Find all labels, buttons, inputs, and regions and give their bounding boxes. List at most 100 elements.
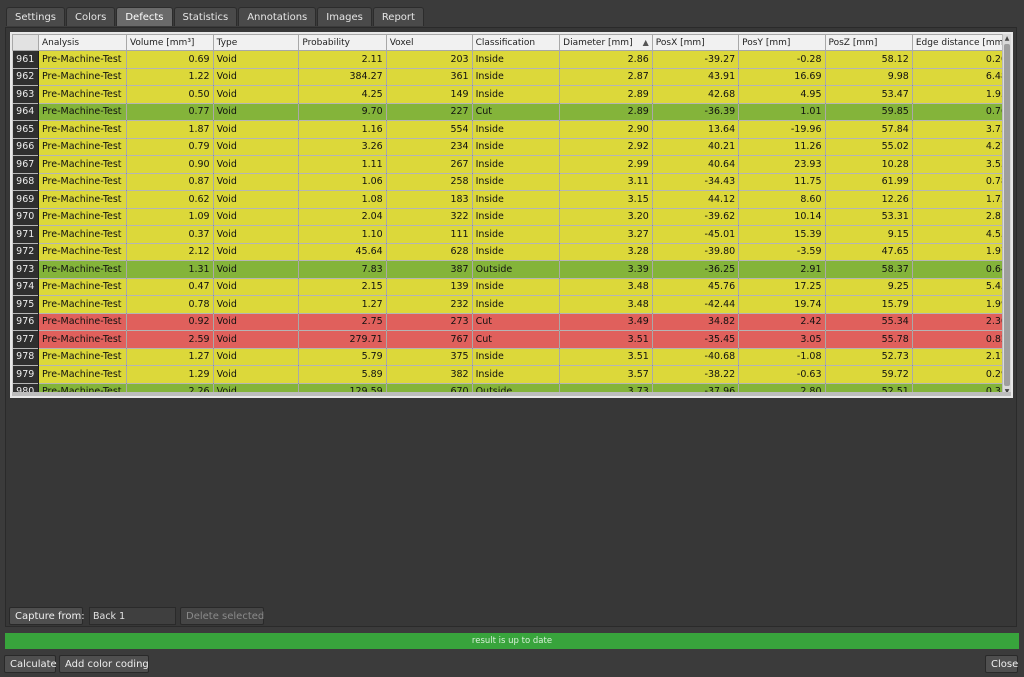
table-cell[interactable]: 2.89 [559, 85, 653, 104]
table-cell[interactable]: 628 [386, 243, 473, 261]
table-cell[interactable]: 111 [386, 225, 473, 244]
table-cell[interactable]: 139 [386, 278, 473, 296]
table-cell[interactable]: 52.73 [825, 348, 913, 366]
table-cell[interactable]: 11.26 [738, 138, 826, 156]
table-cell[interactable]: Void [213, 190, 300, 209]
capture-from-button[interactable]: Capture from: [9, 607, 85, 625]
row-number[interactable]: 979 [12, 365, 39, 384]
table-row[interactable]: 965 Pre-Machine-Test 1.87 Void 1.16 554 Inside… [12, 120, 1011, 139]
table-cell[interactable]: 1.31 [126, 260, 214, 279]
table-cell[interactable]: 4.55 [912, 225, 1011, 244]
table-cell[interactable]: 1.22 [126, 68, 214, 86]
table-cell[interactable]: 3.26 [298, 138, 387, 156]
column-header-voxel[interactable]: Voxel [385, 34, 473, 51]
calculate-button[interactable]: Calculate [4, 655, 57, 673]
table-cell[interactable]: 10.28 [825, 155, 913, 174]
table-cell[interactable]: 2.87 [559, 68, 653, 86]
table-cell[interactable]: 59.85 [825, 103, 913, 121]
table-cell[interactable]: -3.59 [738, 243, 826, 261]
table-cell[interactable]: 0.78 [126, 295, 214, 314]
table-cell[interactable]: 3.11 [559, 173, 653, 191]
table-cell[interactable]: Void [213, 155, 300, 174]
table-cell[interactable]: 0.77 [126, 103, 214, 121]
table-cell[interactable]: Pre-Machine-Test [38, 173, 127, 191]
table-cell[interactable]: Pre-Machine-Test [38, 330, 127, 349]
table-cell[interactable]: 2.90 [559, 120, 653, 139]
table-cell[interactable]: 375 [386, 348, 473, 366]
table-cell[interactable]: 3.51 [559, 330, 653, 349]
row-number[interactable]: 968 [12, 173, 39, 191]
table-cell[interactable]: 0.76 [912, 103, 1011, 121]
table-cell[interactable]: 1.08 [298, 190, 387, 209]
table-cell[interactable]: 5.89 [298, 365, 387, 384]
table-cell[interactable]: 1.01 [738, 103, 826, 121]
table-cell[interactable]: 9.70 [298, 103, 387, 121]
tab-settings[interactable]: Settings [6, 7, 66, 26]
table-cell[interactable]: -38.22 [652, 365, 740, 384]
table-cell[interactable]: -0.63 [738, 365, 826, 384]
column-header-posx[interactable]: PosX [mm] [651, 34, 740, 51]
row-number[interactable]: 978 [12, 348, 39, 366]
table-cell[interactable]: 4.25 [298, 85, 387, 104]
table-cell[interactable]: -36.25 [652, 260, 740, 279]
table-cell[interactable]: 1.10 [298, 225, 387, 244]
table-cell[interactable]: 0.78 [912, 173, 1011, 191]
table-cell[interactable]: Inside [472, 68, 561, 86]
row-number[interactable]: 969 [12, 190, 39, 209]
column-header-posy[interactable]: PosY [mm] [738, 34, 826, 51]
table-cell[interactable]: Pre-Machine-Test [38, 278, 127, 296]
row-number[interactable]: 965 [12, 120, 39, 139]
table-cell[interactable]: 40.64 [652, 155, 740, 174]
table-cell[interactable]: 2.11 [298, 50, 387, 69]
table-cell[interactable]: 3.73 [912, 120, 1011, 139]
table-cell[interactable]: Pre-Machine-Test [38, 243, 127, 261]
table-cell[interactable]: Pre-Machine-Test [38, 348, 127, 366]
table-cell[interactable]: Pre-Machine-Test [38, 85, 127, 104]
table-cell[interactable]: 387 [386, 260, 473, 279]
table-cell[interactable]: 15.39 [738, 225, 826, 244]
table-cell[interactable]: Void [213, 365, 300, 384]
column-header-type[interactable]: Type [212, 34, 300, 51]
table-row[interactable]: 968 Pre-Machine-Test 0.87 Void 1.06 258 Inside… [12, 173, 1011, 191]
table-row[interactable]: 976 Pre-Machine-Test 0.92 Void 2.75 273 Cut 3.4… [12, 313, 1011, 331]
table-cell[interactable]: 9.98 [825, 68, 913, 86]
table-cell[interactable]: 15.79 [825, 295, 913, 314]
table-cell[interactable]: Inside [472, 50, 561, 69]
table-cell[interactable]: Inside [472, 138, 561, 156]
row-number[interactable]: 977 [12, 330, 39, 349]
table-cell[interactable]: 55.34 [825, 313, 913, 331]
table-row[interactable]: 975 Pre-Machine-Test 0.78 Void 1.27 232 Inside… [12, 295, 1011, 314]
table-cell[interactable]: -1.08 [738, 348, 826, 366]
table-cell[interactable]: 273 [386, 313, 473, 331]
scrollbar-thumb[interactable] [1004, 44, 1010, 386]
table-cell[interactable]: 0.82 [912, 330, 1011, 349]
delete-selected-button[interactable]: Delete selected [180, 607, 264, 625]
table-cell[interactable]: 10.14 [738, 208, 826, 226]
tab-images[interactable]: Images [317, 7, 372, 26]
table-row[interactable]: 963 Pre-Machine-Test 0.50 Void 4.25 149 Inside… [12, 85, 1011, 104]
close-button[interactable]: Close [985, 655, 1018, 673]
table-cell[interactable]: 5.45 [912, 278, 1011, 296]
table-cell[interactable]: 149 [386, 85, 473, 104]
table-row[interactable]: 966 Pre-Machine-Test 0.79 Void 3.26 234 Inside… [12, 138, 1011, 156]
table-cell[interactable]: 0.87 [126, 173, 214, 191]
row-number[interactable]: 976 [12, 313, 39, 331]
table-cell[interactable]: 45.64 [298, 243, 387, 261]
table-cell[interactable]: Inside [472, 243, 561, 261]
table-cell[interactable]: 1.99 [912, 295, 1011, 314]
table-cell[interactable]: 2.99 [559, 155, 653, 174]
table-cell[interactable]: 2.86 [559, 50, 653, 69]
column-header-classification[interactable]: Classification [471, 34, 561, 51]
table-cell[interactable]: 382 [386, 365, 473, 384]
table-cell[interactable]: Pre-Machine-Test [38, 50, 127, 69]
table-cell[interactable]: 2.92 [559, 138, 653, 156]
table-cell[interactable]: -39.62 [652, 208, 740, 226]
table-cell[interactable]: 183 [386, 190, 473, 209]
table-cell[interactable]: 0.90 [126, 155, 214, 174]
table-cell[interactable]: 3.28 [559, 243, 653, 261]
table-cell[interactable]: Void [213, 120, 300, 139]
table-cell[interactable]: 1.75 [912, 190, 1011, 209]
table-cell[interactable]: Pre-Machine-Test [38, 225, 127, 244]
table-cell[interactable]: 61.99 [825, 173, 913, 191]
table-cell[interactable]: 1.16 [298, 120, 387, 139]
